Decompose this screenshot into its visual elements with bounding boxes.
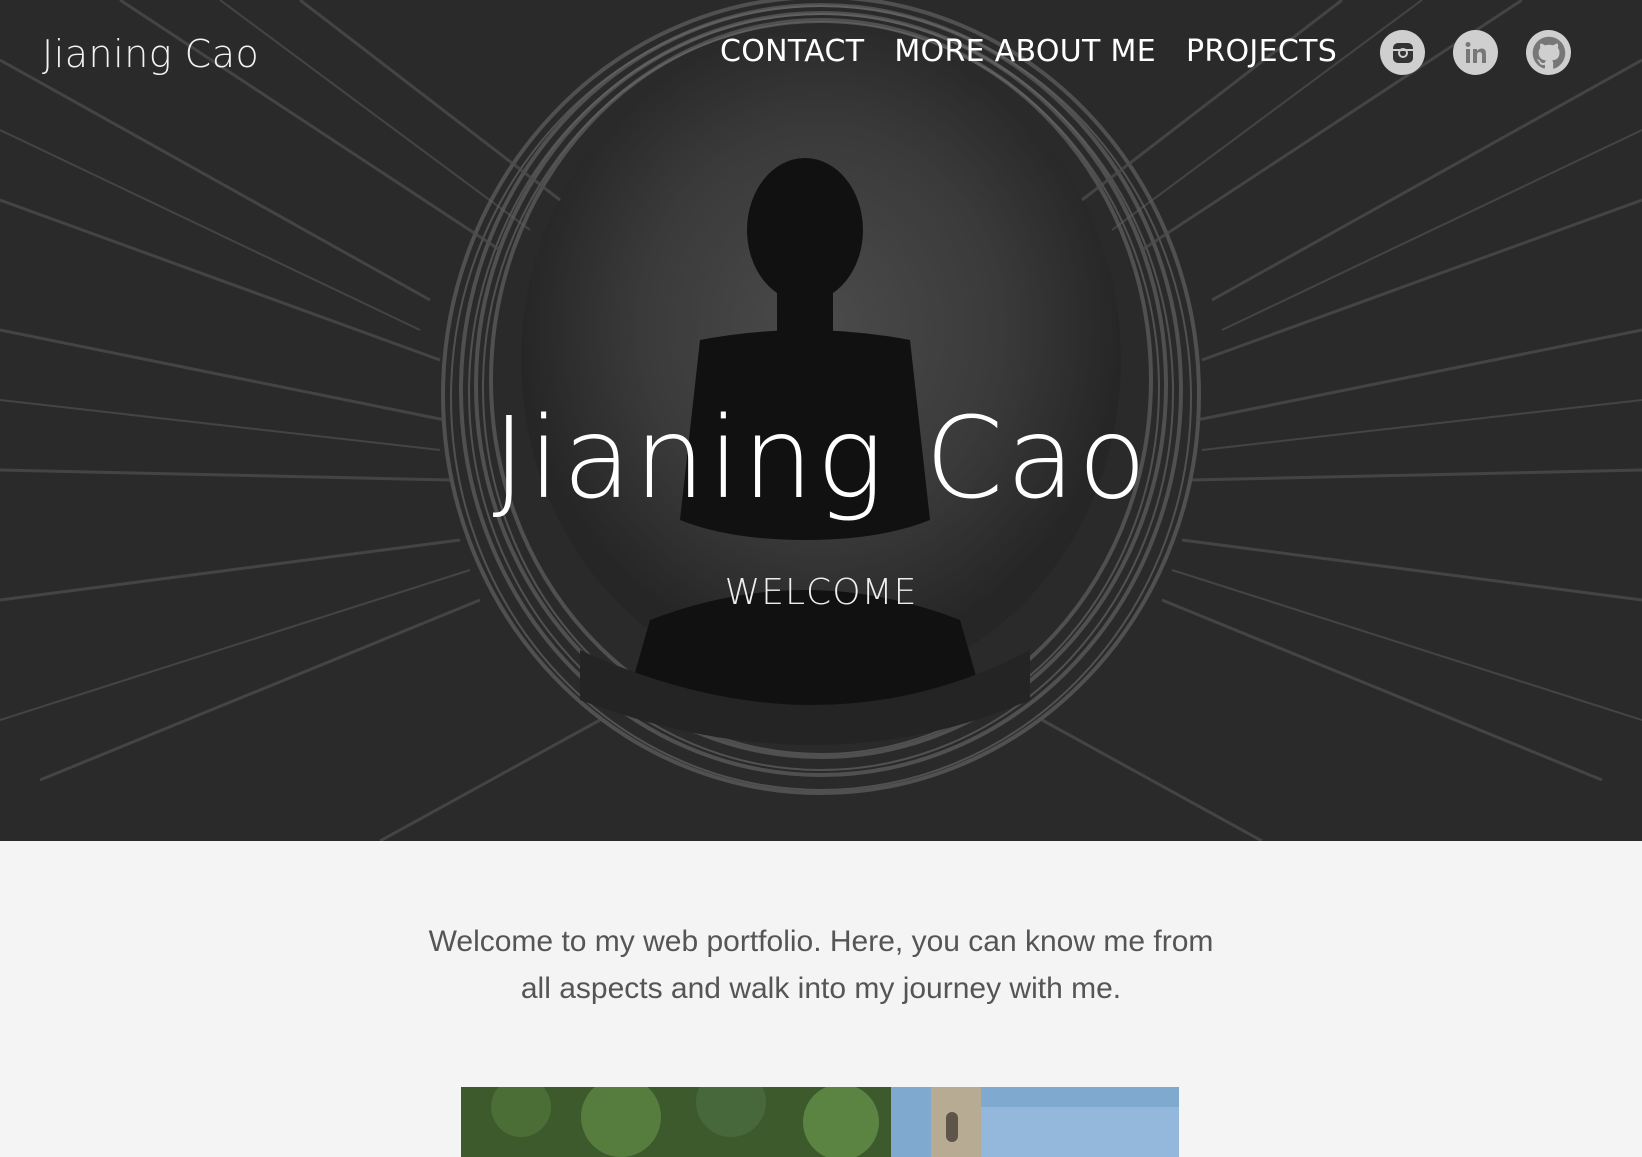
linkedin-icon: [1465, 41, 1486, 63]
nav-contact[interactable]: CONTACT: [720, 34, 864, 69]
instagram-button[interactable]: [1380, 30, 1425, 75]
intro-line-1: Welcome to my web portfolio. Here, you c…: [428, 925, 1214, 958]
github-button[interactable]: [1526, 30, 1571, 75]
hero-section: Jianing Cao CONTACT MORE ABOUT ME PROJEC…: [0, 0, 1642, 841]
hero-subtitle: WELCOME: [724, 572, 918, 613]
linkedin-button[interactable]: [1453, 30, 1498, 75]
site-name[interactable]: Jianing Cao: [42, 32, 259, 76]
nav-more-about-me[interactable]: MORE ABOUT ME: [894, 34, 1156, 69]
photo-image: [461, 1087, 1179, 1157]
intro-line-2: all aspects and walk into my journey wit…: [520, 972, 1122, 1005]
instagram-icon: [1392, 42, 1413, 63]
intro-text: Welcome to my web portfolio. Here, you c…: [0, 918, 1642, 1012]
nav-projects[interactable]: PROJECTS: [1186, 34, 1337, 69]
hero-title: Jianing Cao: [492, 394, 1150, 524]
github-icon: [1532, 36, 1565, 69]
social-links: [1380, 30, 1571, 75]
portfolio-photo: [461, 1087, 1179, 1157]
main-nav: CONTACT MORE ABOUT ME PROJECTS: [720, 34, 1337, 69]
